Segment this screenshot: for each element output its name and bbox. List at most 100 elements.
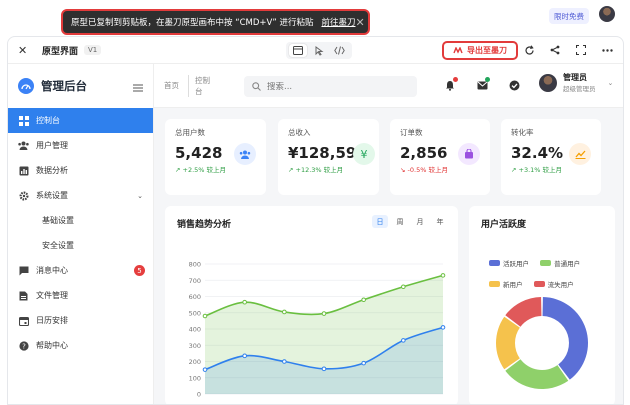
- activity-donut-chart: [495, 297, 589, 390]
- data-point: [440, 273, 446, 278]
- main-content: 首页 控制台 管理员 超级管理员 ⌄: [154, 64, 623, 404]
- hamburger-icon[interactable]: [133, 77, 143, 96]
- sidebar-item-files[interactable]: 文件管理: [8, 283, 153, 308]
- promo-badge[interactable]: 限时免费: [549, 8, 589, 24]
- sidebar-item-label: 控制台: [36, 116, 60, 125]
- avatar: [539, 73, 557, 92]
- sidebar-item-label: 文件管理: [36, 291, 68, 300]
- pointer-icon[interactable]: [310, 44, 328, 57]
- sidebar-item-label: 用户管理: [36, 141, 68, 150]
- stat-trend-text: +3.1% 较上月: [518, 166, 563, 174]
- share-icon[interactable]: [549, 43, 561, 57]
- stat-trend: ↘ -0.5% 较上月: [400, 166, 448, 174]
- code-icon[interactable]: [331, 44, 349, 57]
- sidebar: 管理后台 控制台 用户管理 数据分析 系统设置 ⌄ 基础设置 安全设置 消息中心…: [8, 64, 154, 404]
- user-name: 管理员: [563, 73, 587, 82]
- sidebar-item-dashboard[interactable]: 控制台: [8, 108, 153, 133]
- sidebar-item-calendar[interactable]: 日历安排: [8, 308, 153, 333]
- stat-card-revenue[interactable]: 总收入 ¥128,590 ↗ +12.3% 较上月 ¥: [278, 119, 379, 195]
- donut-slice-1: [542, 297, 589, 380]
- stat-card-orders[interactable]: 订单数 2,856 ↘ -0.5% 较上月: [390, 119, 490, 195]
- sidebar-item-basic-settings[interactable]: 基础设置: [8, 208, 153, 233]
- y-tick-label: 300: [189, 342, 201, 350]
- data-point: [321, 311, 327, 316]
- stat-trend: ↗ +3.1% 较上月: [511, 166, 563, 174]
- user-info: 管理员 超级管理员: [563, 72, 596, 93]
- export-label: 导出至墨刀: [467, 46, 507, 55]
- data-point: [401, 338, 406, 343]
- y-tick-label: 500: [189, 309, 201, 317]
- stat-label: 订单数: [400, 128, 423, 137]
- version-badge: V1: [84, 45, 102, 55]
- calendar-icon: [18, 315, 29, 326]
- y-tick-label: 700: [189, 277, 201, 285]
- toast-link[interactable]: 前往墨刀: [321, 16, 355, 28]
- donut-slice-3: [495, 316, 520, 370]
- unread-badge: 5: [134, 265, 145, 276]
- y-tick-label: 200: [189, 358, 201, 366]
- sidebar-item-label: 安全设置: [42, 241, 74, 250]
- stat-trend: ↗ +2.5% 较上月: [175, 166, 227, 174]
- search-icon: [252, 82, 261, 91]
- sidebar-item-label: 帮助中心: [36, 341, 68, 350]
- brand-name: 管理后台: [41, 79, 87, 93]
- search-box: [244, 76, 417, 97]
- sidebar-item-settings[interactable]: 系统设置 ⌄: [8, 183, 153, 208]
- file-icon: [18, 290, 29, 301]
- users-icon: [18, 140, 29, 151]
- donut-slice-2: [505, 359, 569, 390]
- frame-actions: [523, 43, 613, 57]
- fullscreen-icon[interactable]: [575, 43, 587, 57]
- refresh-icon[interactable]: [523, 43, 535, 57]
- data-point: [202, 313, 208, 319]
- sidebar-item-users[interactable]: 用户管理: [8, 133, 153, 158]
- stat-trend-text: -0.5% 较上月: [407, 166, 448, 174]
- modao-logo-icon: [453, 47, 463, 54]
- breadcrumb-home[interactable]: 首页: [164, 80, 182, 91]
- stat-cards: 总用户数 5,428 ↗ +2.5% 较上月 总收入 ¥128,590 ↗ +1…: [165, 119, 615, 195]
- data-point: [321, 366, 327, 372]
- check-circle-icon[interactable]: [508, 79, 520, 91]
- sidebar-item-label: 消息中心: [36, 266, 68, 275]
- avatar[interactable]: [599, 6, 615, 22]
- stat-trend-text: +12.3% 较上月: [295, 166, 344, 174]
- svg-text:?: ?: [22, 342, 26, 350]
- preview-icon[interactable]: [289, 44, 308, 57]
- more-icon[interactable]: [601, 43, 613, 57]
- sidebar-item-security-settings[interactable]: 安全设置: [8, 233, 153, 258]
- export-button[interactable]: 导出至墨刀: [442, 41, 518, 60]
- dashboard-icon: [18, 115, 29, 126]
- data-point: [202, 367, 208, 372]
- user-activity-panel: 用户活跃度 活跃用户 普通用户 新用户 流失用户: [469, 206, 615, 404]
- stat-card-users[interactable]: 总用户数 5,428 ↗ +2.5% 较上月: [165, 119, 266, 195]
- brand: 管理后台: [8, 64, 153, 108]
- bar-chart-icon: [18, 165, 29, 176]
- mail-dot: [485, 77, 490, 82]
- sidebar-item-label: 日历安排: [36, 316, 68, 325]
- close-icon[interactable]: ✕: [18, 44, 36, 57]
- data-point: [361, 297, 366, 303]
- stat-card-conversion[interactable]: 转化率 32.4% ↗ +3.1% 较上月: [501, 119, 601, 195]
- frame-toolbar: ✕ 原型界面 V1 导出至墨刀: [8, 37, 623, 64]
- search-input[interactable]: [267, 81, 407, 92]
- data-point: [282, 309, 287, 315]
- prototype-frame: ✕ 原型界面 V1 导出至墨刀 管理后台 控制台 用户管理 数据分析 系统设置 …: [7, 36, 624, 405]
- mail-icon[interactable]: [476, 77, 490, 91]
- trend-chart-icon: [569, 143, 591, 165]
- sales-trend-panel: 销售趋势分析 日 周 月 年 0 100 200 300 400 500 600 700 800: [165, 206, 458, 404]
- user-menu[interactable]: 管理员 超级管理员 ⌄: [539, 72, 613, 93]
- data-point: [440, 325, 446, 330]
- sidebar-item-analytics[interactable]: 数据分析: [8, 158, 153, 183]
- header-actions: [444, 77, 520, 91]
- sidebar-item-help[interactable]: ? 帮助中心: [8, 333, 153, 358]
- message-icon: [18, 265, 29, 276]
- sidebar-item-messages[interactable]: 消息中心 5: [8, 258, 153, 283]
- y-tick-label: 400: [189, 326, 201, 334]
- stat-label: 转化率: [511, 128, 534, 137]
- y-tick-label: 800: [189, 261, 201, 269]
- data-point: [282, 359, 287, 364]
- screen: 原型已复制到剪贴板，在墨刀原型画布中按 “CMD+V” 进行粘贴 前往墨刀 ✕ …: [0, 0, 630, 405]
- close-icon[interactable]: ✕: [355, 16, 364, 29]
- y-tick-label: 0: [197, 391, 201, 399]
- bell-icon[interactable]: [444, 77, 458, 91]
